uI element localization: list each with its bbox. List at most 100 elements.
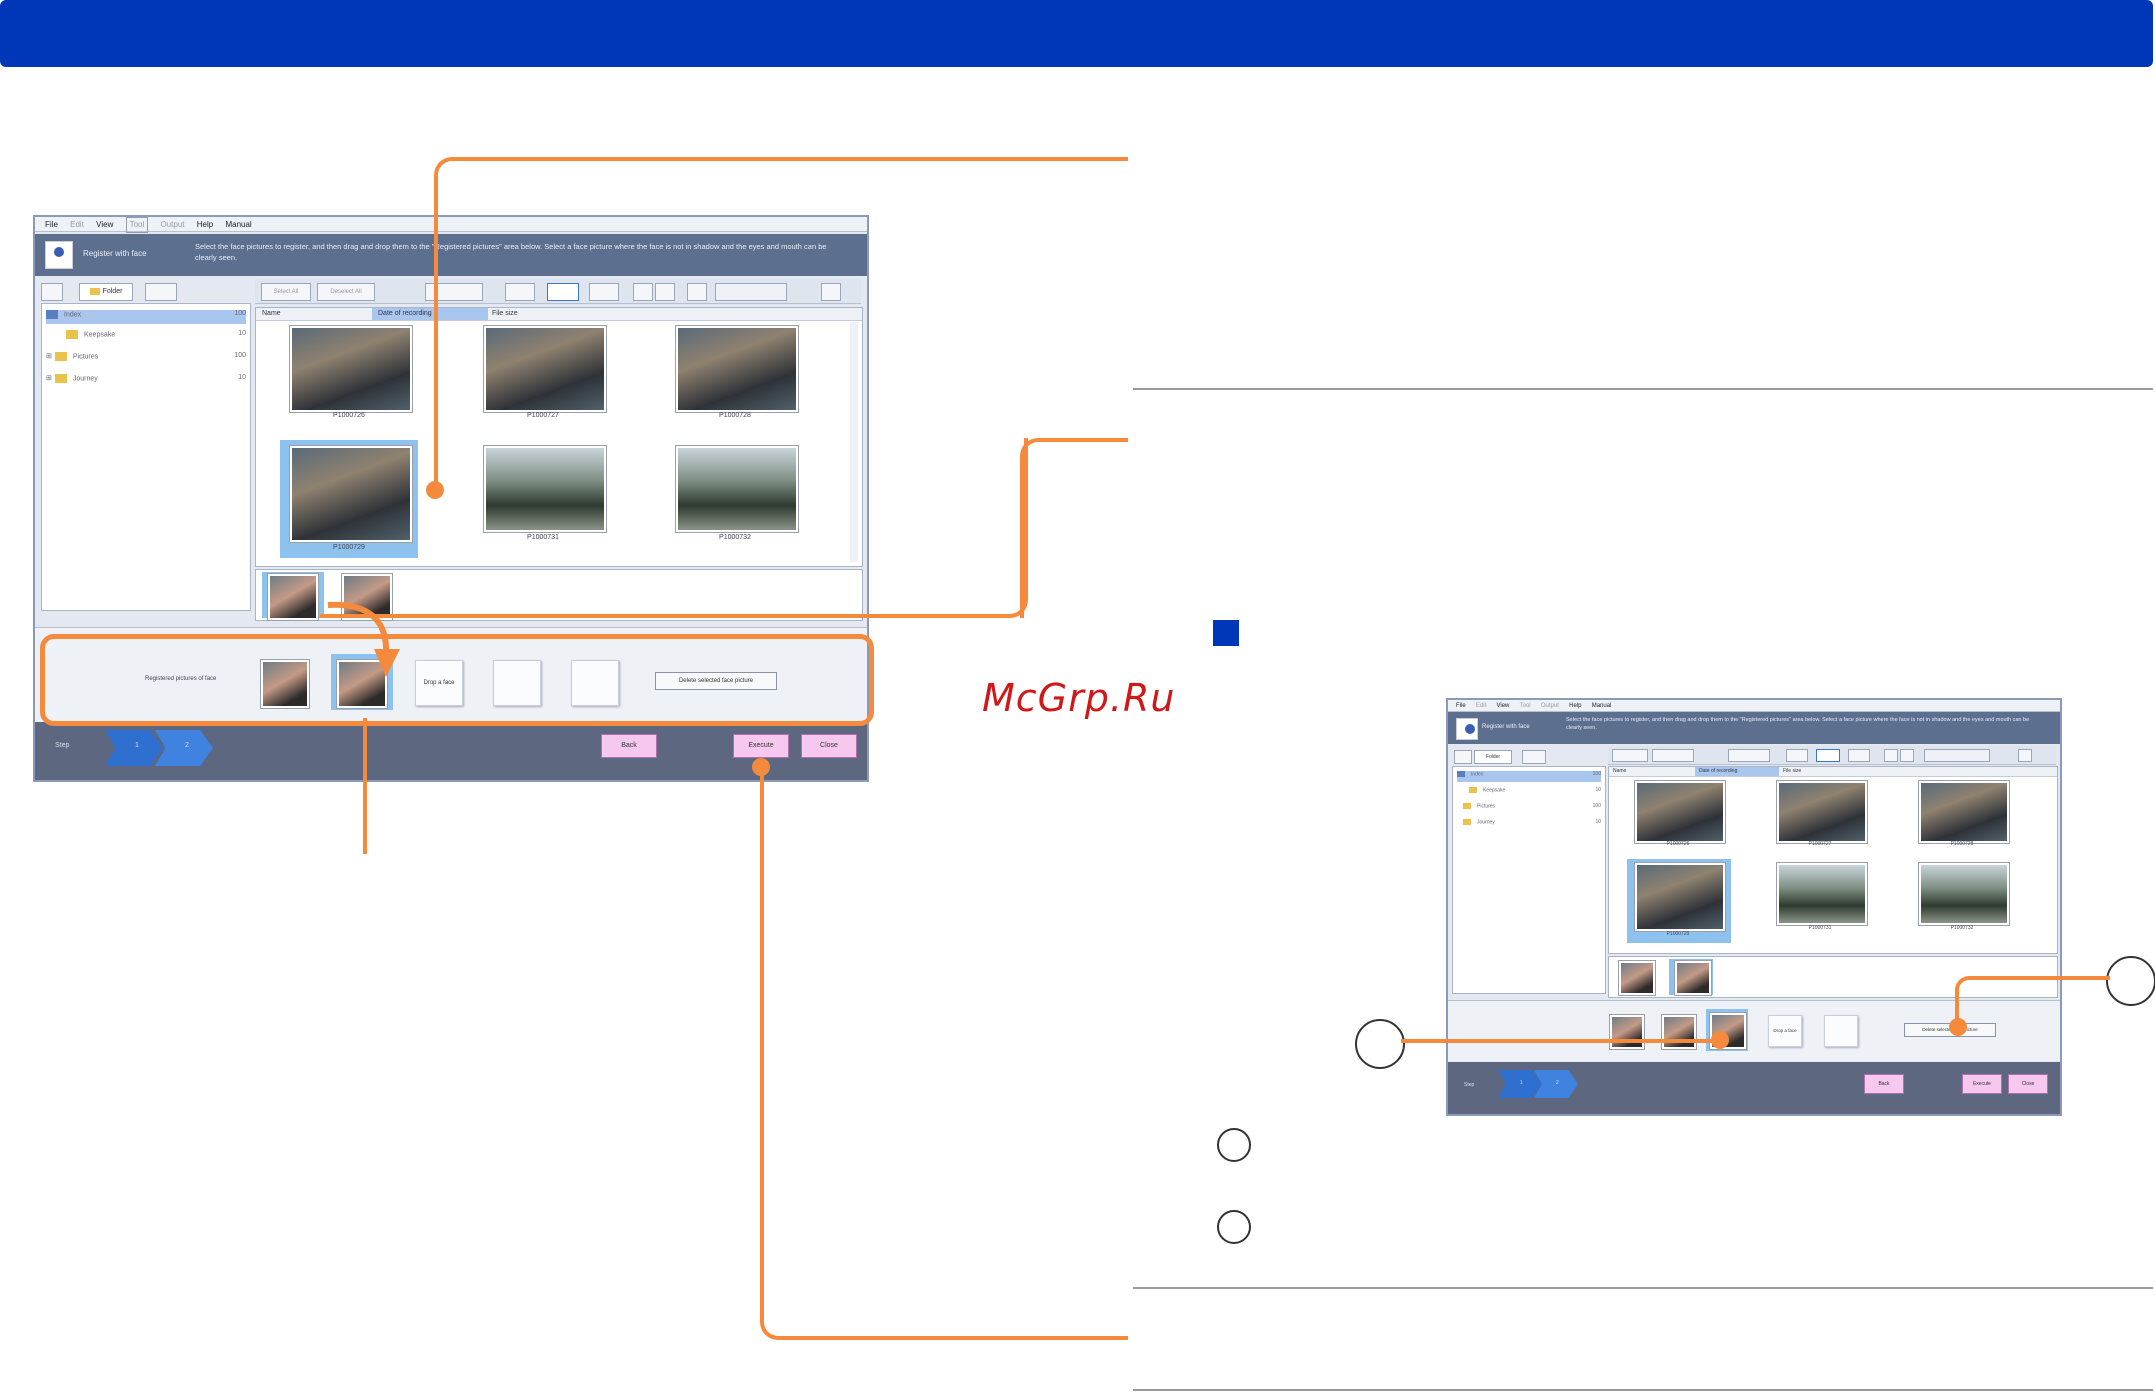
step-label: Step	[55, 742, 70, 749]
close-button[interactable]: Close	[801, 734, 857, 758]
step-bar: Step 1 2 Back Execute Close	[35, 722, 867, 780]
face-thumbnail[interactable]	[268, 574, 318, 620]
step-number-circle	[1217, 1210, 1251, 1244]
callout-line	[1955, 976, 2110, 1030]
menu-file[interactable]: File	[45, 218, 58, 232]
column-size[interactable]: File size	[1783, 768, 1801, 774]
photo-thumbnail[interactable]	[1919, 863, 2009, 925]
menu-manual[interactable]: Manual	[1592, 701, 1612, 712]
search-field[interactable]	[1924, 749, 1990, 762]
deselect-all-button[interactable]: Deselect All	[317, 283, 375, 301]
tree-item-count: 10	[238, 374, 246, 381]
tree-item-count: 100	[234, 352, 246, 359]
user-face-icon	[1456, 718, 1478, 740]
tab-folder-label: Folder	[102, 288, 123, 295]
execute-button[interactable]: Execute	[1962, 1074, 2002, 1094]
menu-view[interactable]: View	[96, 218, 113, 232]
tab-calendar[interactable]	[1522, 750, 1546, 764]
filter-tab[interactable]	[41, 283, 63, 301]
expand-icon[interactable]: ⊞	[46, 375, 52, 382]
column-name[interactable]: Name	[1613, 768, 1626, 774]
next-button[interactable]	[1900, 749, 1914, 762]
photo-thumbnail[interactable]	[1919, 781, 2009, 843]
folder-icon	[54, 374, 67, 383]
empty-face-slot[interactable]	[1824, 1015, 1858, 1047]
column-name[interactable]: Name	[262, 310, 281, 317]
rotate-button[interactable]	[1786, 749, 1808, 762]
info-text: Select the face pictures to register, an…	[1566, 717, 2030, 731]
menu-help[interactable]: Help	[1569, 701, 1581, 712]
drop-face-slot[interactable]: Drop a face	[1768, 1015, 1802, 1047]
column-header: Name Date of recording File size	[1609, 767, 2057, 777]
face-thumbnail[interactable]	[1619, 961, 1655, 995]
tree-item[interactable]: Keepsake 10	[1469, 787, 1601, 798]
app-window-small: File Edit View Tool Output Help Manual R…	[1446, 698, 2062, 1116]
execute-button[interactable]: Execute	[733, 734, 789, 758]
registered-face[interactable]	[1662, 1015, 1696, 1049]
tree-item-count: 100	[1592, 803, 1601, 809]
tree-item-count: 100	[234, 310, 246, 317]
tree-item-label: Pictures	[1477, 803, 1496, 810]
view-mode-button[interactable]	[1816, 749, 1840, 762]
tree-item[interactable]: Journey 10	[1463, 819, 1601, 830]
photo-thumbnail[interactable]	[1777, 863, 1867, 925]
prev-button[interactable]	[1884, 749, 1898, 762]
callout-line	[1401, 1039, 1721, 1043]
thumbnail-caption: P1000731	[1808, 925, 1832, 931]
tree-item[interactable]: Pictures 100	[1463, 803, 1601, 814]
tab-calendar[interactable]	[145, 283, 177, 301]
user-face-icon	[45, 241, 73, 269]
header-bar	[0, 0, 2153, 67]
callout-number-circle	[2106, 956, 2155, 1006]
tree-item-label: Journey	[1477, 819, 1495, 826]
tab-folder[interactable]: Folder	[79, 283, 133, 301]
sort-button[interactable]	[1848, 749, 1870, 762]
photo-thumbnail[interactable]	[1635, 781, 1725, 843]
step-1-label: 1	[1520, 1080, 1523, 1086]
thumbnail-caption: P1000729	[1666, 931, 1690, 937]
menu-output[interactable]: Output	[1541, 701, 1559, 712]
section-divider	[1133, 388, 2153, 390]
callout-line	[363, 718, 367, 854]
back-button[interactable]: Back	[601, 734, 657, 758]
tree-item[interactable]: Keepsake 10	[66, 330, 246, 344]
photo-thumbnail[interactable]	[290, 326, 412, 412]
photo-thumbnail[interactable]	[1635, 863, 1725, 931]
registered-area-highlight	[40, 634, 874, 726]
tab-folder[interactable]: Folder	[1474, 750, 1512, 764]
tree-item[interactable]: ⊞ Journey 10	[46, 374, 246, 388]
callout-line	[760, 762, 1128, 1340]
menu-output[interactable]: Output	[161, 218, 185, 232]
select-all-button[interactable]: Select All	[261, 283, 311, 301]
back-button[interactable]: Back	[1864, 1074, 1904, 1094]
registered-face[interactable]	[1610, 1015, 1644, 1049]
thumbnail-size-slider[interactable]	[1728, 749, 1770, 762]
menu-view[interactable]: View	[1496, 701, 1509, 712]
deselect-all-button[interactable]	[1652, 749, 1694, 762]
menu-edit[interactable]: Edit	[1476, 701, 1486, 712]
tree-item[interactable]: ⊞ Pictures 100	[46, 352, 246, 366]
thumbnail-toolbar	[1608, 746, 2056, 765]
expand-icon[interactable]: ⊞	[46, 353, 52, 360]
menu-edit[interactable]: Edit	[70, 218, 84, 232]
menu-file[interactable]: File	[1456, 701, 1466, 712]
thumbnail-caption: P1000728	[1950, 841, 1974, 847]
menu-manual[interactable]: Manual	[225, 218, 251, 232]
photo-thumbnail[interactable]	[1777, 781, 1867, 843]
tree-item[interactable]: Index 100	[1457, 771, 1601, 782]
menu-tool[interactable]: Tool	[1520, 701, 1531, 712]
menu-tool[interactable]: Tool	[125, 217, 149, 233]
menu-help[interactable]: Help	[197, 218, 213, 232]
callout-number-circle	[1355, 1019, 1405, 1069]
tree-item-label: Index	[64, 311, 82, 319]
step-2-label: 2	[185, 742, 189, 749]
callout-dot	[1949, 1018, 1967, 1036]
more-button[interactable]	[2018, 749, 2032, 762]
section-divider	[1133, 1287, 2153, 1289]
select-all-button[interactable]	[1612, 749, 1648, 762]
tree-item[interactable]: Index 100	[46, 310, 246, 324]
close-button[interactable]: Close	[2008, 1074, 2048, 1094]
column-date[interactable]: Date of recording	[1695, 767, 1779, 776]
face-thumbnail[interactable]	[1675, 961, 1711, 995]
filter-tab[interactable]	[1454, 750, 1472, 764]
